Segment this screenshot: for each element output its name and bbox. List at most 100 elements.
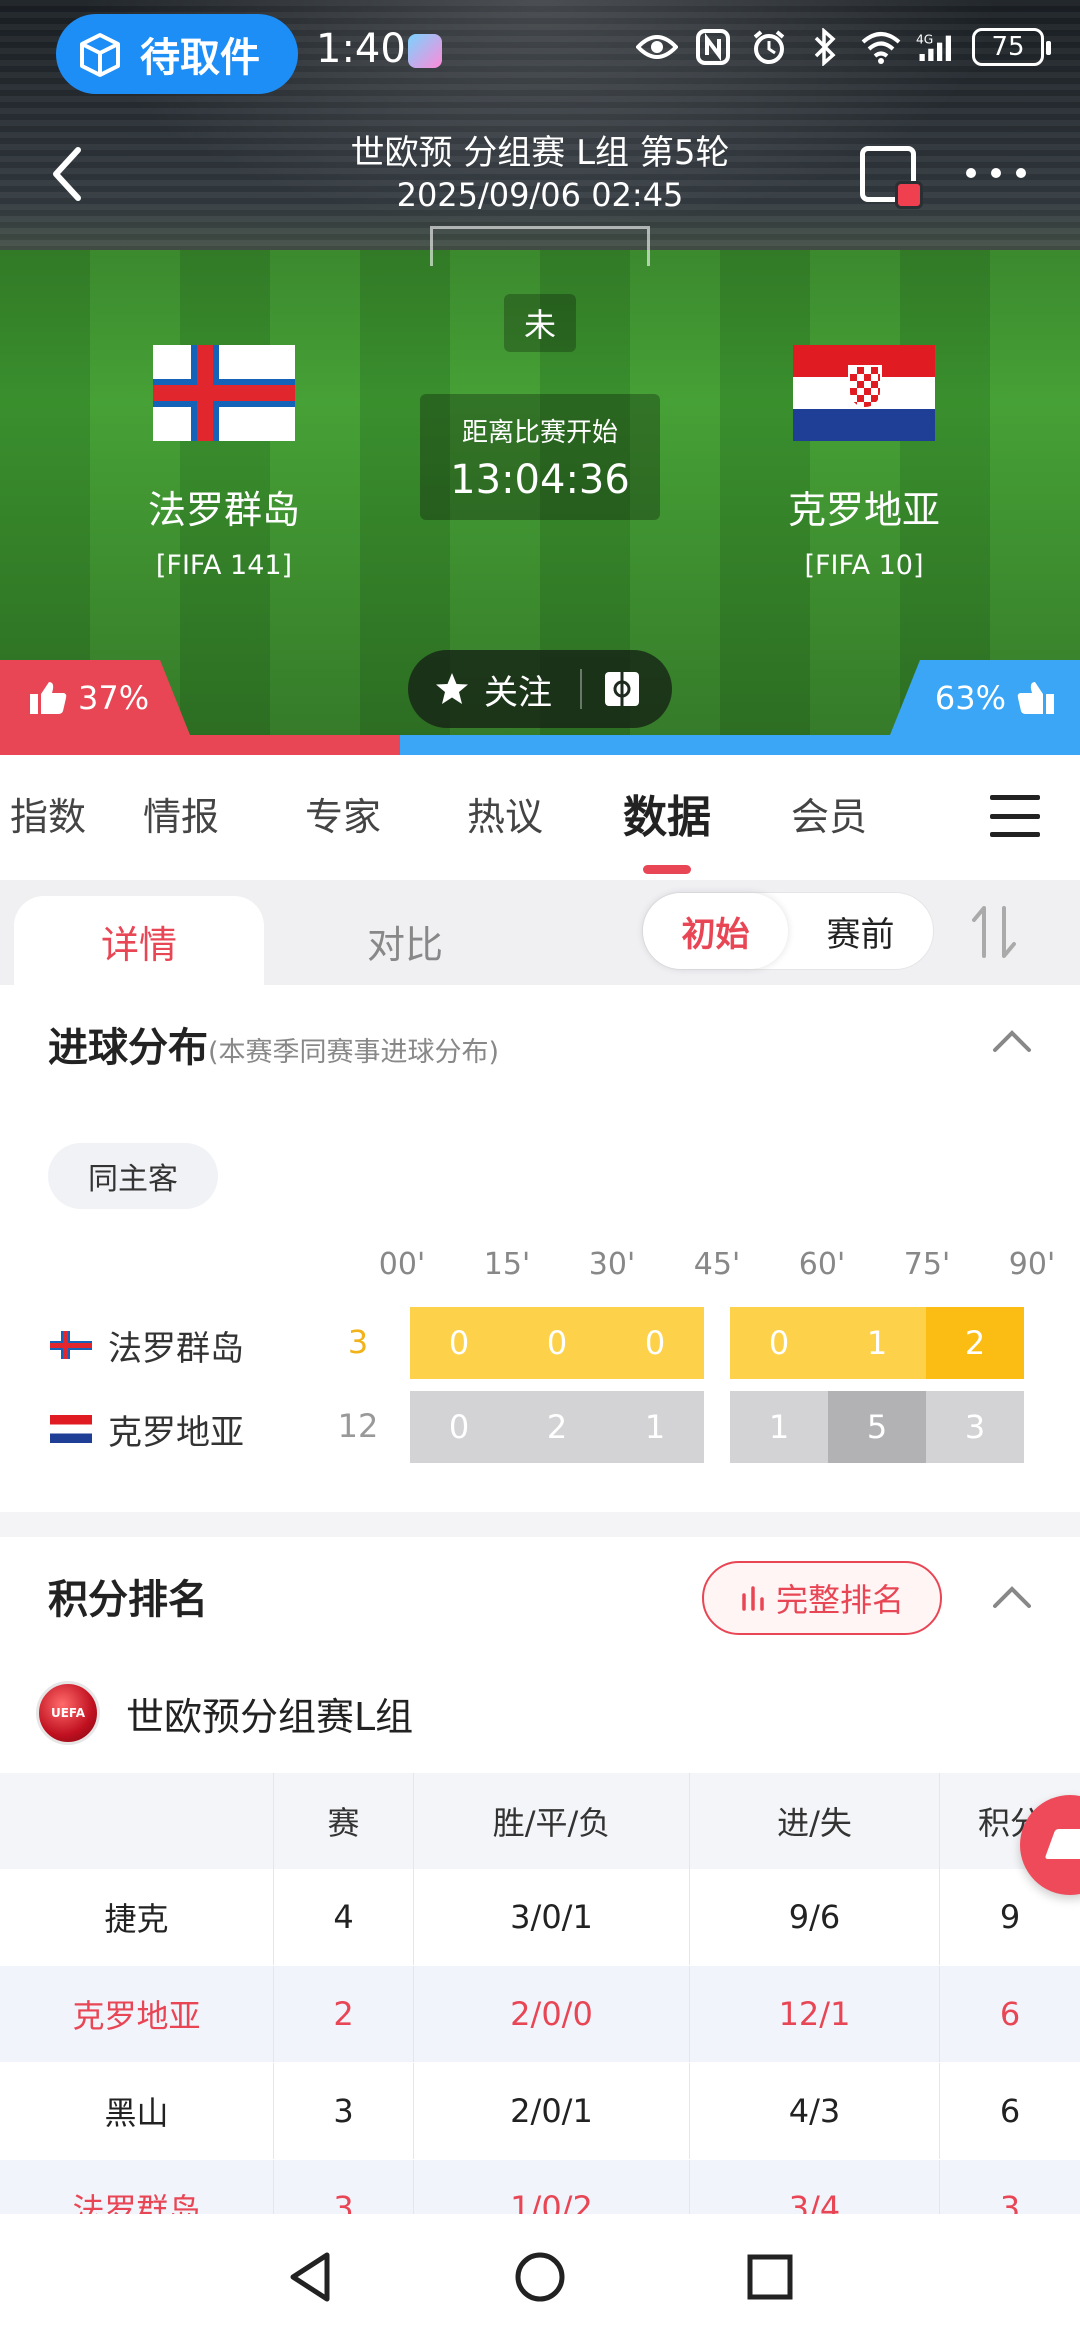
goal-cell: 0 [508,1307,606,1379]
axis-tick-label: 15' [483,1247,531,1282]
cellular-signal-icon: 4G [916,26,958,68]
away-support-button[interactable]: 63% [890,660,1080,735]
package-icon [80,33,120,77]
played-cell: 2 [274,1966,414,2062]
tab-data[interactable]: 数据 [586,755,748,880]
goal-cell: 0 [410,1307,508,1379]
goal-cell: 2 [508,1391,606,1463]
goal-cell: 0 [410,1391,508,1463]
follow-button[interactable]: 关注 [408,650,672,728]
goals-cell: 4/3 [690,2063,940,2159]
tab-experts[interactable]: 专家 [262,755,424,880]
nfc-icon [692,26,734,68]
subtab-detail[interactable]: 详情 [14,896,264,986]
home-team[interactable]: 法罗群岛 [FIFA 141] [74,345,374,581]
faroe-islands-flag-icon [153,345,295,441]
home-circle-icon [515,2252,565,2302]
home-support-button[interactable]: 37% [0,660,190,735]
goal-cell: 5 [828,1391,926,1463]
team-cell: 黑山 [0,2063,274,2159]
tab-discussion[interactable]: 热议 [424,755,586,880]
uefa-logo-icon: UEFA [36,1681,100,1745]
follow-label: 关注 [484,672,552,713]
table-row[interactable]: 捷克 4 3/0/1 9/6 9 [0,1869,1080,1965]
column-header: 胜/平/负 [414,1773,690,1869]
tab-intel[interactable]: 情报 [100,755,262,880]
tab-odds[interactable]: 指数 [0,755,100,880]
status-time: 1:40 [316,26,406,72]
table-row[interactable]: 黑山 3 2/0/1 4/3 6 [0,2063,1080,2159]
nav-home-button[interactable] [500,2237,580,2317]
team-cell: 捷克 [0,1869,274,1965]
croatia-flag-icon [50,1415,92,1443]
alarm-icon [748,26,790,68]
support-ratio-bar [0,735,1080,755]
goal-distribution-card: 进球分布(本赛季同赛事进球分布) 同主客 00' 15' 30' 45' 60' 75' 9… [0,985,1080,1512]
toggle-pre-match[interactable]: 赛前 [788,893,933,969]
full-standings-button[interactable]: 完整排名 [702,1561,942,1635]
played-cell: 4 [274,1869,414,1965]
goals-cell: 9/6 [690,1869,940,1965]
axis-tick-label: 60' [798,1247,846,1282]
league-name: 世欧预分组赛L组 [126,1694,414,1739]
same-venue-filter[interactable]: 同主客 [48,1143,218,1209]
field-view-icon[interactable] [602,669,642,709]
points-cell: 6 [999,1995,1021,2033]
battery-indicator: 75 [972,28,1051,66]
screen-record-icon[interactable] [860,146,923,209]
wdl-cell: 2/0/1 [414,2063,690,2159]
countdown-label: 距离比赛开始 [461,418,618,448]
total-goals: 12 [337,1407,379,1445]
toggle-initial[interactable]: 初始 [643,893,788,969]
star-icon [436,673,468,704]
goals-cell: 12/1 [690,1966,940,2062]
countdown-timer: 13:04:36 [450,457,630,503]
away-support-fill [399,735,1080,755]
goal-cell: 2 [926,1307,1024,1379]
time-axis: 00' 15' 30' 45' 60' 75' 90' [376,1247,1066,1287]
odds-phase-toggle: 初始 赛前 [642,892,934,970]
match-title: 世欧预 分组赛 L组 第5轮 [350,133,730,173]
thumbs-up-icon [30,681,67,714]
menu-icon[interactable] [990,795,1040,837]
axis-tick-label: 30' [588,1247,636,1282]
app-notification-icon [408,34,442,68]
wifi-icon [860,26,902,68]
away-team[interactable]: 克罗地亚 [FIFA 10] [714,345,1014,581]
goal-cell: 0 [730,1307,828,1379]
goal-row-home: 法罗群岛 3 000012 [0,1307,1080,1379]
match-status-badge: 未 [504,294,576,352]
subtab-compare[interactable]: 对比 [300,896,510,986]
goal-cell: 0 [606,1307,704,1379]
standings-title: 积分排名 [48,1577,208,1623]
axis-tick-label: 75' [903,1247,951,1282]
collapse-chevron-icon[interactable] [992,1029,1032,1053]
team-name: 法罗群岛 [108,1329,244,1369]
table-header: 赛胜/平/负 进/失 积分 [0,1773,1080,1869]
countdown-panel: 距离比赛开始 13:04:36 [420,394,660,520]
goal-frame [430,226,650,266]
faroe-islands-flag-icon [50,1331,92,1359]
away-team-name: 克罗地亚 [787,488,940,532]
full-standings-label: 完整排名 [775,1581,904,1619]
more-options-icon[interactable] [966,158,1026,188]
main-tabs: 指数 情报 专家 热议 数据 会员 [0,755,1080,880]
tab-membership[interactable]: 会员 [748,755,910,880]
collapse-chevron-icon[interactable] [992,1585,1032,1609]
column-header: 赛 [274,1773,414,1869]
points-cell: 6 [999,2092,1021,2130]
goal-cell: 1 [606,1391,704,1463]
goal-distribution-title: 进球分布(本赛季同赛事进球分布) [48,1015,499,1073]
home-support-percent: 37% [78,678,150,717]
system-nav-bar [0,2214,1080,2340]
goal-cells: 000012 [410,1307,1026,1379]
pen-icon [1044,1829,1080,1859]
table-row[interactable]: 克罗地亚 2 2/0/0 12/1 6 [0,1966,1080,2062]
status-bar: 待取件 1:40 4G 75 [0,0,1080,100]
thumbs-up-icon [1017,681,1054,714]
nav-recents-button[interactable] [730,2237,810,2317]
bluetooth-icon [804,26,846,68]
nav-back-button[interactable] [270,2237,350,2317]
sort-icon[interactable] [966,902,1022,962]
pending-pickup-pill[interactable]: 待取件 [56,14,298,94]
